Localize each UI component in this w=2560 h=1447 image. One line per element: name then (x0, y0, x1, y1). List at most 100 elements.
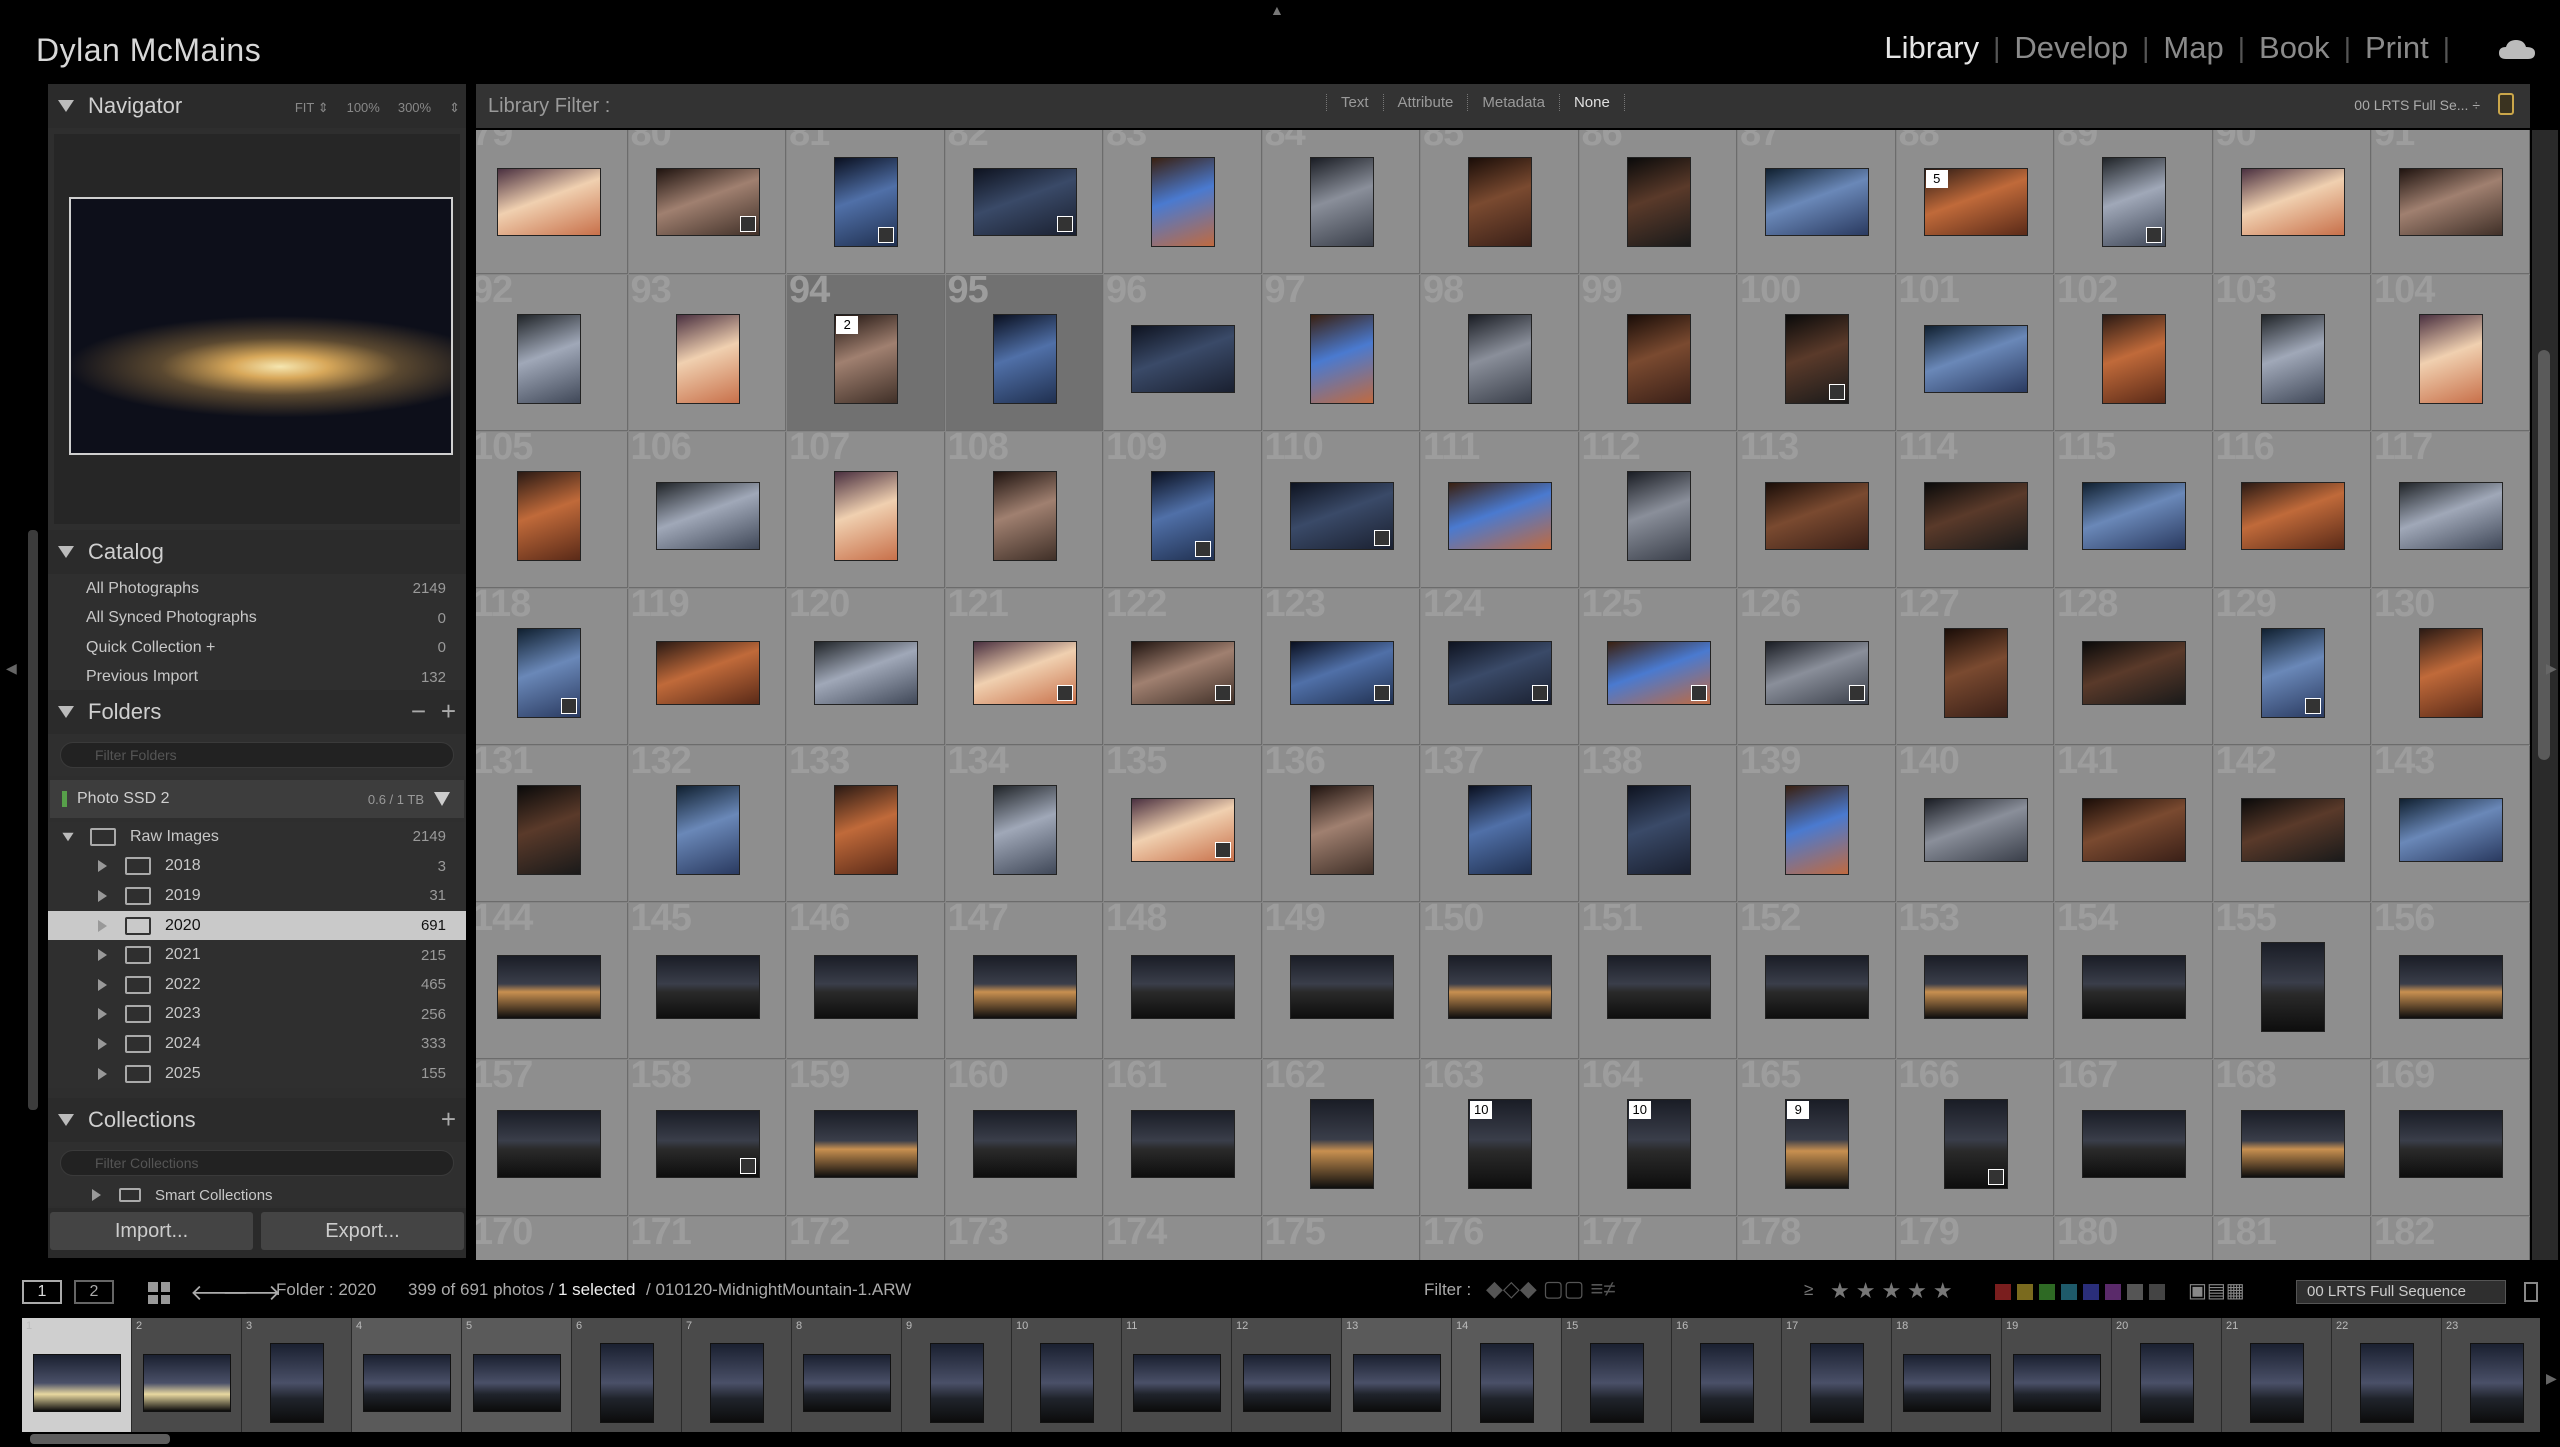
photo-thumbnail[interactable] (497, 168, 602, 236)
edited-badge-icon[interactable] (1215, 685, 1232, 701)
stack-count-badge[interactable]: 2 (836, 316, 859, 334)
grid-cell[interactable]: 162 (1262, 1060, 1420, 1216)
catalog-header[interactable]: Catalog (48, 530, 466, 574)
left-panel-toggle-icon[interactable]: ◀ (6, 660, 17, 677)
expand-triangle-icon[interactable] (92, 1189, 101, 1201)
grid-cell[interactable]: 146 (787, 903, 945, 1059)
grid-cell[interactable]: 174 (1104, 1217, 1262, 1260)
grid-cell[interactable]: 136 (1262, 746, 1420, 902)
filmstrip-cell[interactable]: 20 (2112, 1318, 2222, 1432)
grid-cell[interactable]: 103 (2213, 275, 2371, 431)
zoom-fit[interactable]: FIT ⇕ (295, 100, 329, 116)
rating-operator[interactable]: ≥ (1804, 1280, 1813, 1300)
catalog-item-all-synced[interactable]: All Synced Photographs 0 (48, 603, 466, 633)
filmstrip-thumbnail[interactable] (2140, 1343, 2194, 1423)
photo-thumbnail[interactable] (2399, 482, 2504, 550)
grid-cell[interactable]: 86 (1579, 130, 1737, 274)
photo-thumbnail[interactable] (497, 1110, 602, 1178)
photo-thumbnail[interactable] (1448, 955, 1553, 1019)
grid-cell[interactable]: 173 (945, 1217, 1103, 1260)
grid-cell[interactable]: 107 (787, 432, 945, 588)
grid-cell[interactable]: 124 (1421, 589, 1579, 745)
photo-thumbnail[interactable] (2399, 798, 2504, 862)
grid-cell[interactable]: 80 (628, 130, 786, 274)
grid-cell[interactable]: 170 (476, 1217, 628, 1260)
grid-cell[interactable]: 169 (2372, 1060, 2530, 1216)
module-library[interactable]: Library (1884, 30, 1979, 66)
grid-cell[interactable]: 149 (1262, 903, 1420, 1059)
photo-thumbnail[interactable] (2102, 314, 2167, 404)
module-print[interactable]: Print (2365, 30, 2429, 66)
grid-cell[interactable]: 111 (1421, 432, 1579, 588)
grid-cell[interactable]: 120 (787, 589, 945, 745)
stack-count-badge[interactable]: 10 (1628, 1101, 1651, 1119)
expand-triangle-icon[interactable] (98, 919, 107, 932)
filmstrip-thumbnail[interactable] (1353, 1354, 1441, 1412)
filmstrip-cell[interactable]: 21 (2222, 1318, 2332, 1432)
filmstrip-thumbnail[interactable] (1480, 1343, 1534, 1423)
grid-cell[interactable]: 141 (2055, 746, 2213, 902)
grid-cell[interactable]: 172 (787, 1217, 945, 1260)
expand-triangle-icon[interactable] (98, 860, 107, 873)
grid-cell[interactable]: 105 (476, 432, 628, 588)
filmstrip-thumbnail[interactable] (2360, 1343, 2414, 1423)
photo-thumbnail[interactable] (814, 1110, 919, 1178)
grid-cell[interactable]: 163 10 (1421, 1060, 1579, 1216)
grid-cell[interactable]: 133 (787, 746, 945, 902)
grid-cell[interactable]: 181 (2213, 1217, 2371, 1260)
collapse-triangle-icon[interactable] (58, 1114, 74, 1126)
photo-thumbnail[interactable] (1923, 955, 2028, 1019)
filmstrip-thumbnail[interactable] (2250, 1343, 2304, 1423)
filmstrip-thumbnail[interactable] (33, 1354, 121, 1412)
color-label-swatch[interactable] (2127, 1284, 2143, 1300)
grid-cell[interactable]: 119 (628, 589, 786, 745)
photo-thumbnail[interactable] (1448, 482, 1553, 550)
grid-cell[interactable]: 87 (1738, 130, 1896, 274)
filmstrip-cell[interactable]: 12 (1232, 1318, 1342, 1432)
grid-cell[interactable]: 90 (2213, 130, 2371, 274)
filmstrip-cell[interactable]: 5 (462, 1318, 572, 1432)
photo-thumbnail[interactable] (675, 785, 740, 875)
grid-cell[interactable]: 150 (1421, 903, 1579, 1059)
grid-cell[interactable]: 135 (1104, 746, 1262, 902)
filter-preset-select[interactable]: 00 LRTS Full Se... ÷ (2354, 97, 2480, 113)
grid-scrollbar-thumb[interactable] (2538, 350, 2550, 760)
photo-thumbnail[interactable] (2399, 168, 2504, 236)
edited-badge-icon[interactable] (1373, 530, 1390, 546)
photo-thumbnail[interactable] (1131, 1110, 1236, 1178)
grid-cell[interactable]: 79 (476, 130, 628, 274)
grid-cell[interactable]: 112 (1579, 432, 1737, 588)
grid-cell[interactable]: 158 (628, 1060, 786, 1216)
grid-cell[interactable]: 81 (787, 130, 945, 274)
grid-cell[interactable]: 164 10 (1579, 1060, 1737, 1216)
remove-folder-icon[interactable]: − (411, 696, 426, 727)
grid-cell[interactable]: 93 (628, 275, 786, 431)
filmstrip-cell[interactable]: 17 (1782, 1318, 1892, 1432)
grid-cell[interactable]: 104 (2372, 275, 2530, 431)
module-develop[interactable]: Develop (2014, 30, 2128, 66)
grid-cell[interactable]: 96 (1104, 275, 1262, 431)
grid-cell[interactable]: 166 (1896, 1060, 2054, 1216)
filmstrip-thumbnail[interactable] (363, 1354, 451, 1412)
import-button[interactable]: Import... (50, 1212, 253, 1250)
photo-thumbnail[interactable] (1765, 482, 1870, 550)
filmstrip-thumbnail[interactable] (2470, 1343, 2524, 1423)
folder-2025[interactable]: 2025 155 (48, 1058, 466, 1089)
grid-cell[interactable]: 115 (2055, 432, 2213, 588)
photo-thumbnail[interactable] (1923, 482, 2028, 550)
photo-thumbnail[interactable] (1626, 157, 1691, 247)
grid-cell[interactable]: 144 (476, 903, 628, 1059)
grid-cell[interactable]: 110 (1262, 432, 1420, 588)
photo-thumbnail[interactable] (1131, 955, 1236, 1019)
photo-thumbnail[interactable] (2399, 955, 2504, 1019)
folder-2020[interactable]: 2020 691 (48, 910, 466, 941)
filmstrip-cell[interactable]: 9 (902, 1318, 1012, 1432)
folder-source[interactable]: Folder : 2020 (276, 1280, 376, 1300)
grid-cell[interactable]: 153 (1896, 903, 2054, 1059)
right-panel-toggle-icon[interactable]: ▶ (2546, 660, 2557, 677)
grid-cell[interactable]: 180 (2055, 1217, 2213, 1260)
collection-smart-collections[interactable]: Smart Collections (48, 1184, 466, 1206)
folders-header[interactable]: Folders − + (48, 690, 466, 734)
filmstrip-cell[interactable]: 1 (22, 1318, 132, 1432)
stack-count-badge[interactable]: 5 (1925, 170, 1948, 188)
